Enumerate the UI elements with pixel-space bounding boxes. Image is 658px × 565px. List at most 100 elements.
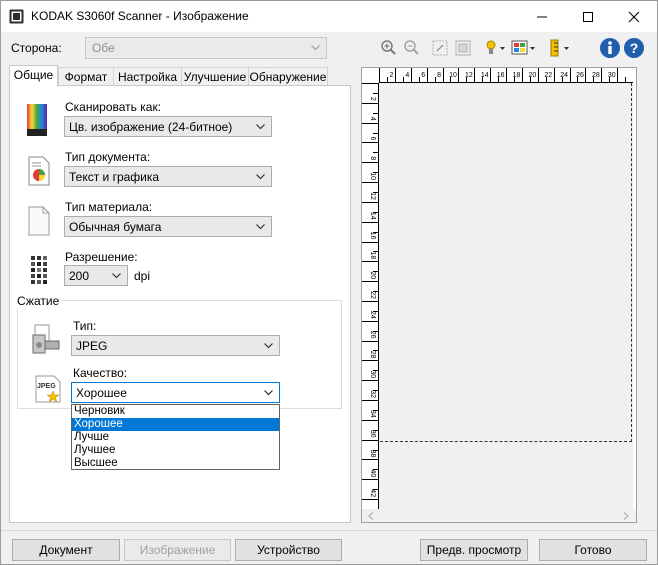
svg-text:?: ? [630,40,639,56]
document-type-select[interactable]: Текст и графика [64,166,272,187]
ruler-label: 26 [369,331,376,339]
ruler-label: 4 [405,72,409,79]
chevron-down-icon [256,174,265,180]
quality-value: Хорошее [76,386,127,400]
quality-label: Качество: [73,366,128,380]
ruler-label: 20 [369,271,376,279]
quality-option-superior[interactable]: Высшее [72,457,279,470]
ruler-label: 28 [369,351,376,359]
window-title: KODAK S3060f Scanner - Изображение [31,9,249,23]
ruler-label: 36 [369,430,376,438]
ruler-icon[interactable] [549,39,573,57]
info-icon[interactable] [599,37,621,59]
ruler-label: 14 [369,212,376,220]
chevron-down-icon [264,390,273,396]
ruler-label: 10 [369,172,376,180]
jpeg-quality-icon: JPEG [35,375,61,403]
crop-icon[interactable] [454,39,472,57]
scroll-right-icon[interactable] [623,512,629,520]
tab-label: Обнаружение [249,70,327,84]
resolution-icon [31,256,47,284]
side-value: Обе [92,41,115,55]
lamp-icon[interactable] [484,39,506,57]
ruler-label: 16 [497,72,505,79]
maximize-button[interactable] [565,1,611,32]
tab-general[interactable]: Общие [9,65,58,87]
ruler-label: 18 [369,252,376,260]
ruler-label: 4 [369,117,376,121]
done-button[interactable]: Готово [539,539,647,561]
scan-as-value: Цв. изображение (24-битное) [69,120,233,134]
ruler-label: 32 [369,390,376,398]
ruler-label: 10 [449,72,457,79]
ruler-left-scale: 24681012141618202224262830323436384042 [362,83,379,510]
media-type-value: Обычная бумага [69,220,162,234]
help-icon[interactable]: ? [623,37,645,59]
ruler-label: 2 [389,72,393,79]
device-button[interactable]: Устройство [235,539,342,561]
tab-label: Настройка [117,70,178,84]
ruler-label: 42 [369,489,376,497]
document-type-label: Тип документа: [65,150,151,164]
ruler-label: 6 [369,137,376,141]
paper-icon [28,206,50,236]
tab-label: Общие [13,68,54,82]
scroll-left-icon[interactable] [368,512,374,520]
preview-button[interactable]: Предв. просмотр [420,539,528,561]
color-image-icon [27,104,47,136]
quality-select[interactable]: Хорошее [71,382,280,403]
zoom-in-icon[interactable] [380,39,398,57]
close-button[interactable] [611,1,657,32]
ruler-label: 12 [465,72,473,79]
ruler-label: 28 [592,72,600,79]
ruler-label: 24 [369,311,376,319]
scan-area-outline[interactable] [380,83,632,442]
ruler-label: 26 [576,72,584,79]
document-type-icon [28,156,50,186]
tab-settings[interactable]: Настройка [113,67,182,86]
scan-as-select[interactable]: Цв. изображение (24-битное) [64,116,272,137]
image-button[interactable]: Изображение [124,539,231,561]
tab-detection[interactable]: Обнаружение [248,67,328,86]
close-icon [628,11,640,23]
document-button[interactable]: Документ [12,539,120,561]
ruler-label: 2 [369,97,376,101]
resolution-value: 200 [69,269,90,283]
ruler-label: 22 [544,72,552,79]
app-icon [9,9,24,24]
chevron-down-icon [311,45,320,51]
scanner-window: KODAK S3060f Scanner - Изображение Сторо… [0,0,658,565]
resolution-select[interactable]: 200 [64,265,128,286]
minimize-button[interactable] [519,1,565,32]
resolution-unit: dpi [134,269,151,283]
quality-option-best[interactable]: Лучшее [72,444,279,457]
ruler-label: 30 [369,370,376,378]
quality-option-better[interactable]: Лучше [72,431,279,444]
side-select[interactable]: Обе [85,37,327,59]
media-type-label: Тип материала: [65,200,153,214]
chevron-down-icon [256,124,265,130]
compression-type-value: JPEG [76,339,108,353]
zoom-out-icon[interactable] [403,39,421,57]
ruler-label: 16 [369,232,376,240]
title-bar[interactable]: KODAK S3060f Scanner - Изображение [1,1,657,32]
scan-as-label: Сканировать как: [65,100,162,114]
tab-label: Формат [64,70,108,84]
chevron-down-icon [112,273,121,279]
tab-format[interactable]: Формат [58,67,114,86]
compression-type-select[interactable]: JPEG [71,335,280,356]
ruler-label: 24 [560,72,568,79]
ruler-label: 34 [369,410,376,418]
svg-text:JPEG: JPEG [37,383,56,390]
chevron-down-icon [264,343,273,349]
tab-enhancement[interactable]: Улучшение [181,67,249,86]
rotate-icon[interactable] [431,39,449,57]
quality-option-good[interactable]: Хорошее [72,418,279,431]
media-type-select[interactable]: Обычная бумага [64,216,272,237]
document-type-value: Текст и графика [69,170,160,184]
compression-type-label: Тип: [73,319,97,333]
horizontal-scrollbar[interactable] [362,509,636,522]
quality-option-draft[interactable]: Черновик [72,405,279,418]
color-settings-icon[interactable] [511,39,537,57]
side-label: Сторона: [11,41,62,55]
